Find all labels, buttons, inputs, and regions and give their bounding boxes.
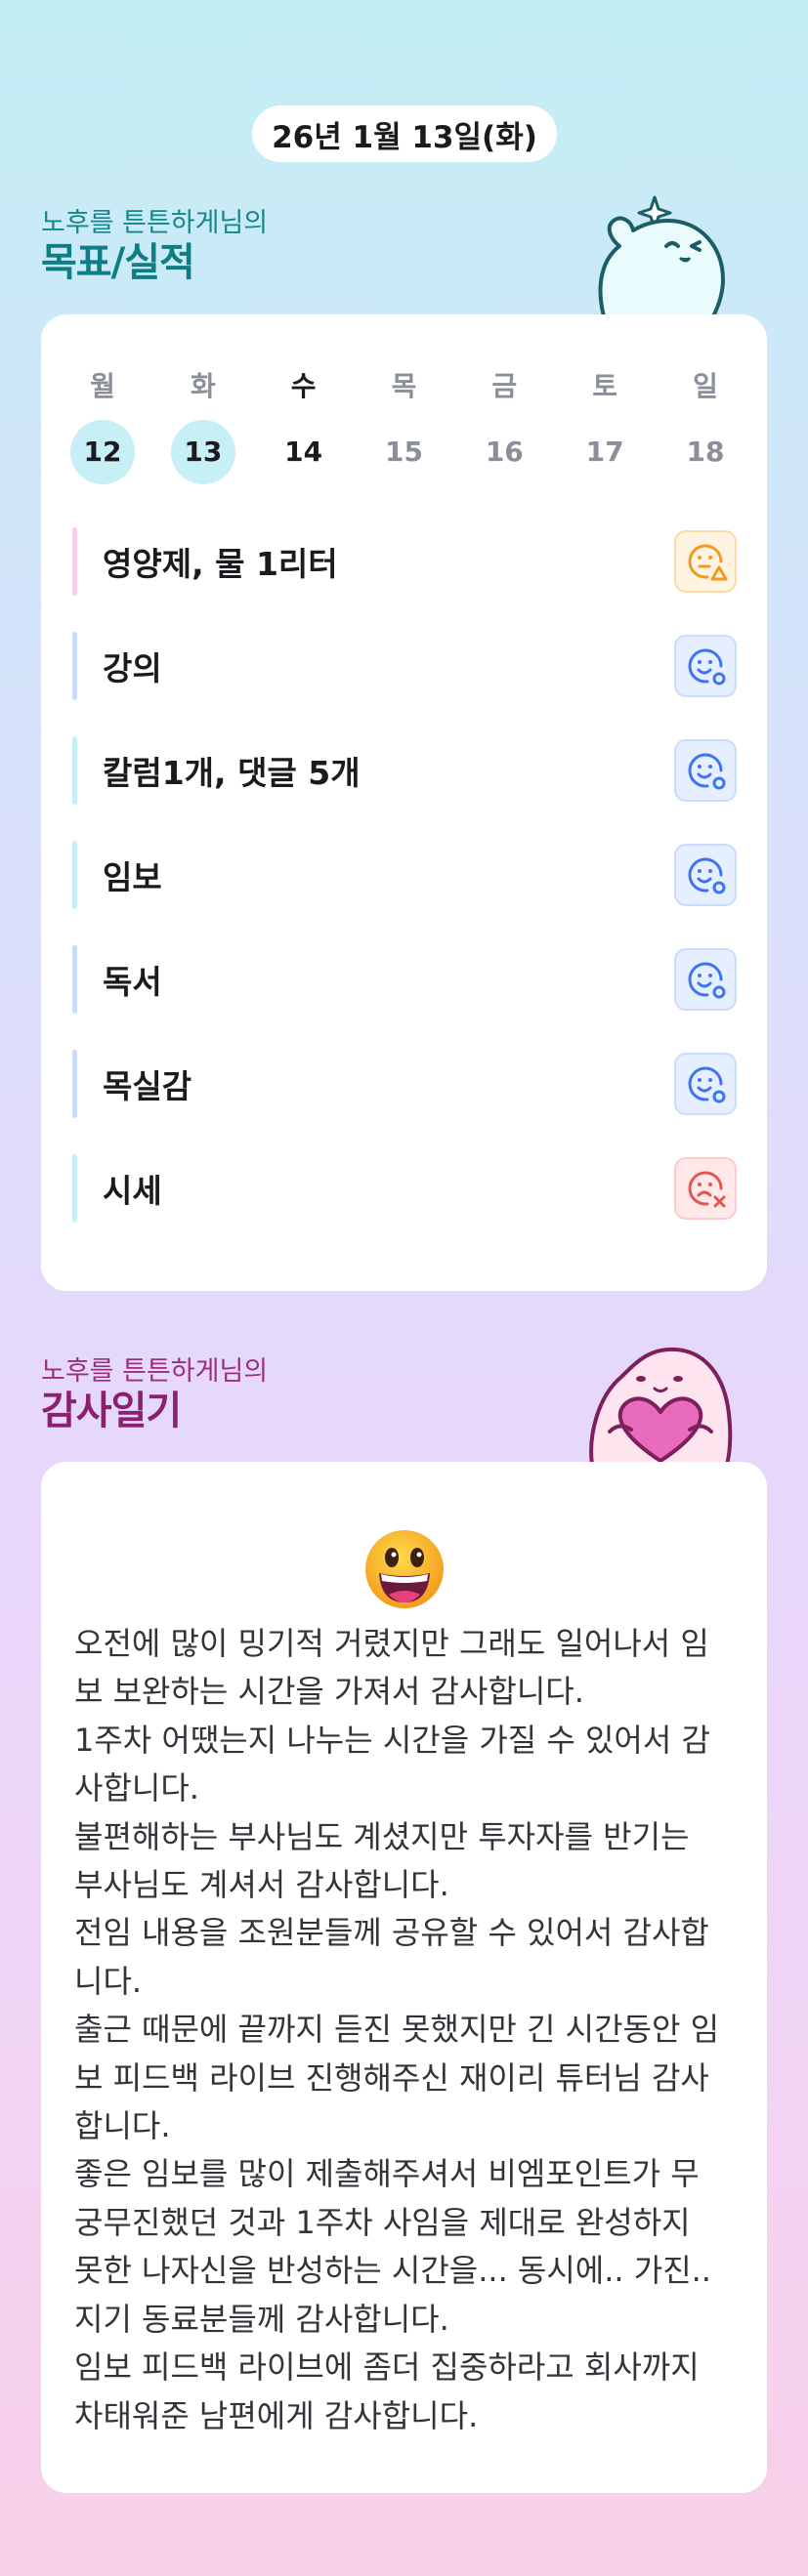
diary-line: 부사님도 계셔서 감사합니다.: [74, 1866, 449, 1904]
goal-status-button[interactable]: [674, 635, 737, 697]
goal-status-button[interactable]: [674, 530, 737, 593]
diary-line: 불편해하는 부사님도 계셨지만 투자자를 반기는: [74, 1817, 690, 1855]
day-button[interactable]: 18: [673, 420, 738, 484]
diary-line: 임보 피드백 라이브에 좀더 집중하라고 회사까지: [74, 2348, 700, 2387]
current-date: 26년 1월 13일(화): [272, 119, 537, 155]
diary-line: 보 보완하는 시간을 가져서 감사합니다.: [74, 1673, 584, 1711]
goal-accent-bar: [72, 1154, 77, 1223]
goal-item[interactable]: 칼럼1개, 댓글 5개: [72, 736, 737, 805]
day-button[interactable]: 17: [573, 420, 637, 484]
diary-line: 니다.: [74, 1962, 143, 2000]
smile-o-icon: [688, 857, 726, 894]
ghost-mascot-icon: [598, 195, 725, 316]
day-button[interactable]: 15: [371, 420, 436, 484]
smile-triangle-icon: [688, 544, 728, 581]
diary-line: 좋은 임보를 많이 제출해주셔서 비엠포인트가 무: [74, 2155, 700, 2193]
weekday-label: 월: [90, 370, 115, 402]
goal-label: 독서: [103, 963, 162, 1001]
weekday-label: 수: [290, 370, 317, 402]
grinning-face-emoji-icon: [365, 1530, 444, 1608]
goal-accent-bar: [72, 632, 77, 700]
goal-item[interactable]: 강의: [72, 632, 737, 700]
diary-line: 차태워준 남편에게 감사합니다.: [74, 2396, 479, 2434]
goal-label: 칼럼1개, 댓글 5개: [103, 754, 361, 792]
weekday-label: 목: [391, 370, 417, 402]
diary-title: 감사일기: [41, 1389, 182, 1433]
goal-item[interactable]: 영양제, 물 1리터: [72, 527, 737, 596]
goal-item[interactable]: 목실감: [72, 1050, 737, 1118]
smile-o-icon: [688, 648, 726, 686]
diary-card: 오전에 많이 밍기적 거렸지만 그래도 일어나서 임보 보완하는 시간을 가져서…: [41, 1462, 767, 2493]
diary-line: 전임 내용을 조원분들께 공유할 수 있어서 감사합: [74, 1914, 709, 1952]
diary-line: 출근 때문에 끝까지 듣진 못했지만 긴 시간동안 임: [74, 2011, 720, 2049]
goal-accent-bar: [72, 1050, 77, 1118]
goal-status-button[interactable]: [674, 1157, 737, 1220]
diary-line: 합니다.: [74, 2107, 171, 2145]
goal-item[interactable]: 시세: [72, 1154, 737, 1223]
goal-status-button[interactable]: [674, 844, 737, 906]
goals-title: 목표/실적: [41, 240, 195, 285]
goal-status-button[interactable]: [674, 739, 737, 802]
date-badge: 26년 1월 13일(화): [252, 105, 557, 162]
goal-status-button[interactable]: [674, 1053, 737, 1115]
day-button[interactable]: 16: [472, 420, 536, 484]
goal-status-button[interactable]: [674, 948, 737, 1011]
diary-line: 사합니다.: [74, 1769, 199, 1807]
goal-item[interactable]: 임보: [72, 841, 737, 909]
diary-body: 오전에 많이 밍기적 거렸지만 그래도 일어나서 임보 보완하는 시간을 가져서…: [74, 1620, 739, 2440]
diary-line: 못한 나자신을 반성하는 시간을... 동시에.. 가진..: [74, 2252, 711, 2290]
weekday-label: 화: [190, 370, 216, 402]
smile-o-icon: [688, 1066, 726, 1103]
diary-line: 궁무진했던 것과 1주차 사임을 제대로 완성하지: [74, 2203, 691, 2241]
weekday-label: 일: [693, 370, 718, 402]
day-button[interactable]: 14: [272, 420, 336, 484]
weekday-header: 월 화 수 목 금 토 일: [70, 365, 738, 404]
sad-x-icon: [688, 1171, 726, 1208]
heart-mascot-icon: [589, 1347, 733, 1465]
goal-label: 시세: [103, 1172, 162, 1210]
smile-o-icon: [688, 753, 726, 790]
goal-accent-bar: [72, 527, 77, 596]
goal-accent-bar: [72, 841, 77, 909]
goal-accent-bar: [72, 736, 77, 805]
smile-o-icon: [688, 962, 726, 999]
goals-card: 월 화 수 목 금 토 일 12 13 14 15 16 17 18 영양제, …: [41, 314, 767, 1291]
weekday-label: 토: [592, 370, 618, 402]
diary-line: 1주차 어땠는지 나누는 시간을 가질 수 있어서 감: [74, 1721, 710, 1759]
day-button[interactable]: 12: [70, 420, 135, 484]
diary-line: 지기 동료분들께 감사합니다.: [74, 2300, 449, 2338]
goal-label: 강의: [103, 649, 162, 687]
weekday-label: 금: [491, 370, 518, 402]
week-day-picker: 12 13 14 15 16 17 18: [70, 420, 738, 484]
goal-item[interactable]: 독서: [72, 945, 737, 1014]
goal-accent-bar: [72, 945, 77, 1014]
goal-label: 영양제, 물 1리터: [103, 545, 338, 583]
goal-label: 임보: [103, 858, 162, 896]
diary-line: 보 피드백 라이브 진행해주신 재이리 튜터님 감사: [74, 2058, 709, 2097]
goal-label: 목실감: [103, 1067, 192, 1105]
diary-line: 오전에 많이 밍기적 거렸지만 그래도 일어나서 임: [74, 1625, 709, 1662]
day-button[interactable]: 13: [170, 420, 235, 484]
